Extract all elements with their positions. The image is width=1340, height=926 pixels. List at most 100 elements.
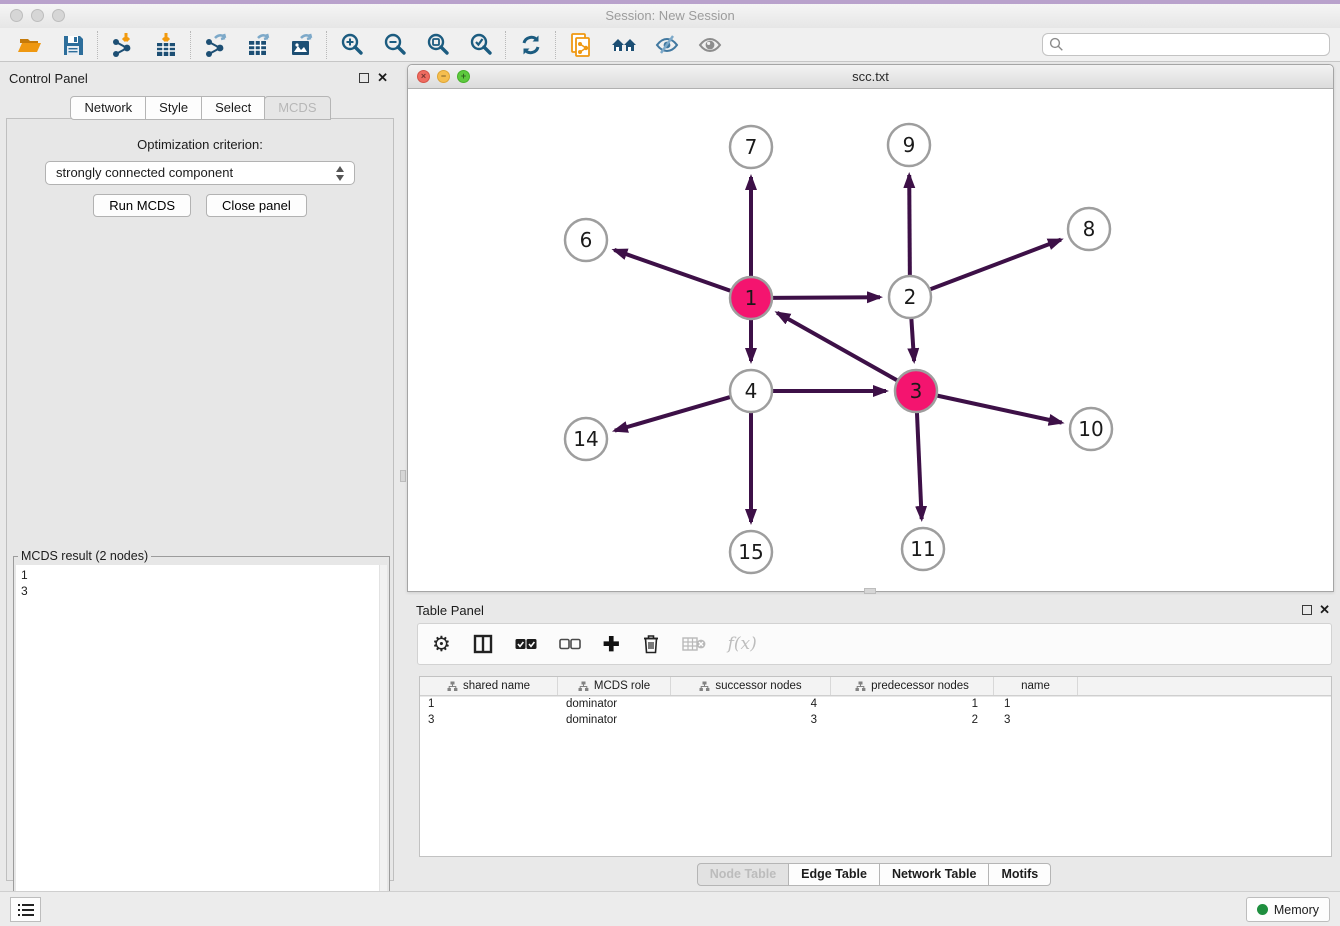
- graph-edge-4-14[interactable]: [615, 397, 732, 431]
- show-all-button[interactable]: [688, 30, 731, 60]
- column-header-successor-nodes[interactable]: successor nodes: [671, 677, 831, 695]
- graph-node-14[interactable]: 14: [565, 418, 607, 460]
- float-panel-icon[interactable]: [359, 73, 369, 83]
- vertical-splitter-handle[interactable]: [400, 470, 406, 482]
- select-stepper-icon: [335, 166, 346, 181]
- column-type-icon: [447, 681, 458, 692]
- node-table: shared nameMCDS rolesuccessor nodesprede…: [419, 676, 1332, 857]
- column-header-name[interactable]: name: [994, 677, 1078, 695]
- float-panel-icon[interactable]: [1302, 605, 1312, 615]
- column-header-mcds-role[interactable]: MCDS role: [558, 677, 671, 695]
- control-panel-tabs: NetworkStyleSelectMCDS: [0, 96, 400, 120]
- graph-edge-3-1[interactable]: [777, 313, 898, 381]
- refresh-layout-button[interactable]: [509, 30, 552, 60]
- graph-node-8[interactable]: 8: [1068, 208, 1110, 250]
- tab-network[interactable]: Network: [70, 96, 146, 120]
- svg-text:10: 10: [1078, 417, 1103, 441]
- graph-node-1[interactable]: 1: [730, 277, 772, 319]
- table-row[interactable]: 1dominator411: [420, 696, 1331, 712]
- search-icon: [1049, 37, 1064, 52]
- tab-network-table[interactable]: Network Table: [879, 863, 990, 886]
- column-header-shared-name[interactable]: shared name: [420, 677, 558, 695]
- hide-selected-button[interactable]: [645, 30, 688, 60]
- select-all-rows-button[interactable]: [515, 629, 537, 659]
- tab-select[interactable]: Select: [201, 96, 265, 120]
- columns-icon: [473, 634, 493, 654]
- network-window-titlebar[interactable]: × − + scc.txt: [408, 65, 1333, 89]
- graph-node-15[interactable]: 15: [730, 531, 772, 573]
- memory-button[interactable]: Memory: [1246, 897, 1330, 922]
- tab-mcds[interactable]: MCDS: [264, 96, 330, 120]
- graph-node-9[interactable]: 9: [888, 124, 930, 166]
- delete-table-button[interactable]: [682, 629, 706, 659]
- optimization-criterion-label: Optimization criterion:: [7, 137, 393, 152]
- run-mcds-button[interactable]: Run MCDS: [93, 194, 191, 217]
- result-scrollbar[interactable]: [379, 565, 387, 926]
- main-toolbar: [0, 28, 1340, 62]
- import-table-button[interactable]: [144, 30, 187, 60]
- zoom-in-button[interactable]: [330, 30, 373, 60]
- graph-node-7[interactable]: 7: [730, 126, 772, 168]
- column-header-predecessor-nodes[interactable]: predecessor nodes: [831, 677, 994, 695]
- mcds-result-line: 3: [21, 583, 382, 599]
- graph-edge-1-6[interactable]: [614, 250, 732, 291]
- tab-edge-table[interactable]: Edge Table: [788, 863, 880, 886]
- toggle-columns-button[interactable]: [473, 629, 493, 659]
- task-history-button[interactable]: [10, 897, 41, 922]
- network-canvas[interactable]: 7 9 6 8 1 2 4 3 14 10 15 11: [408, 89, 1333, 592]
- graph-edge-2-3[interactable]: [911, 317, 914, 361]
- toolbar-separator: [190, 31, 191, 59]
- first-neighbors-button[interactable]: [602, 30, 645, 60]
- export-network-button[interactable]: [194, 30, 237, 60]
- window-title: Session: New Session: [0, 8, 1340, 23]
- zoom-out-button[interactable]: [373, 30, 416, 60]
- graph-node-6[interactable]: 6: [565, 219, 607, 261]
- zoom-fit-button[interactable]: [416, 30, 459, 60]
- mcds-result-list[interactable]: 13: [16, 565, 387, 926]
- network-file-icon: [568, 32, 594, 58]
- table-settings-button[interactable]: ⚙: [432, 629, 451, 659]
- table-row[interactable]: 3dominator323: [420, 712, 1331, 728]
- close-panel-icon[interactable]: ✕: [1319, 602, 1330, 618]
- deselect-all-rows-button[interactable]: [559, 629, 581, 659]
- graph-edge-3-11[interactable]: [917, 411, 922, 519]
- save-session-button[interactable]: [51, 30, 94, 60]
- graph-node-4[interactable]: 4: [730, 370, 772, 412]
- delete-column-button[interactable]: [642, 629, 660, 659]
- zoom-selected-icon: [468, 32, 494, 58]
- graph-node-10[interactable]: 10: [1070, 408, 1112, 450]
- control-panel-header: Control Panel ✕: [0, 69, 400, 89]
- function-builder-button[interactable]: f(x): [728, 629, 757, 659]
- zoom-selected-button[interactable]: [459, 30, 502, 60]
- toolbar-separator: [97, 31, 98, 59]
- titlebar: Session: New Session: [0, 4, 1340, 28]
- horizontal-splitter-handle[interactable]: [864, 588, 876, 594]
- control-panel: Control Panel ✕ NetworkStyleSelectMCDS O…: [0, 63, 400, 891]
- import-network-icon: [110, 32, 136, 58]
- graph-node-11[interactable]: 11: [902, 528, 944, 570]
- close-panel-button[interactable]: Close panel: [206, 194, 307, 217]
- graph-edge-2-9[interactable]: [909, 175, 910, 277]
- open-session-button[interactable]: [8, 30, 51, 60]
- tab-style[interactable]: Style: [145, 96, 202, 120]
- search-input[interactable]: [1042, 33, 1330, 56]
- optimization-criterion-select[interactable]: strongly connected component: [45, 161, 355, 185]
- export-table-button[interactable]: [237, 30, 280, 60]
- import-network-button[interactable]: [101, 30, 144, 60]
- graph-node-3[interactable]: 3: [895, 370, 937, 412]
- memory-label: Memory: [1274, 903, 1319, 917]
- close-panel-icon[interactable]: ✕: [377, 70, 388, 86]
- svg-text:2: 2: [904, 285, 917, 309]
- graph-edge-3-10[interactable]: [936, 395, 1062, 422]
- svg-text:14: 14: [573, 427, 598, 451]
- save-floppy-icon: [61, 33, 85, 57]
- new-network-button[interactable]: [559, 30, 602, 60]
- graph-node-2[interactable]: 2: [889, 276, 931, 318]
- graph-edge-1-2[interactable]: [771, 297, 880, 298]
- graph-edge-2-8[interactable]: [929, 240, 1061, 290]
- add-column-button[interactable]: ✚: [603, 629, 620, 659]
- mcds-result-title: MCDS result (2 nodes): [18, 549, 151, 563]
- export-image-button[interactable]: [280, 30, 323, 60]
- tab-node-table[interactable]: Node Table: [697, 863, 789, 886]
- tab-motifs[interactable]: Motifs: [988, 863, 1051, 886]
